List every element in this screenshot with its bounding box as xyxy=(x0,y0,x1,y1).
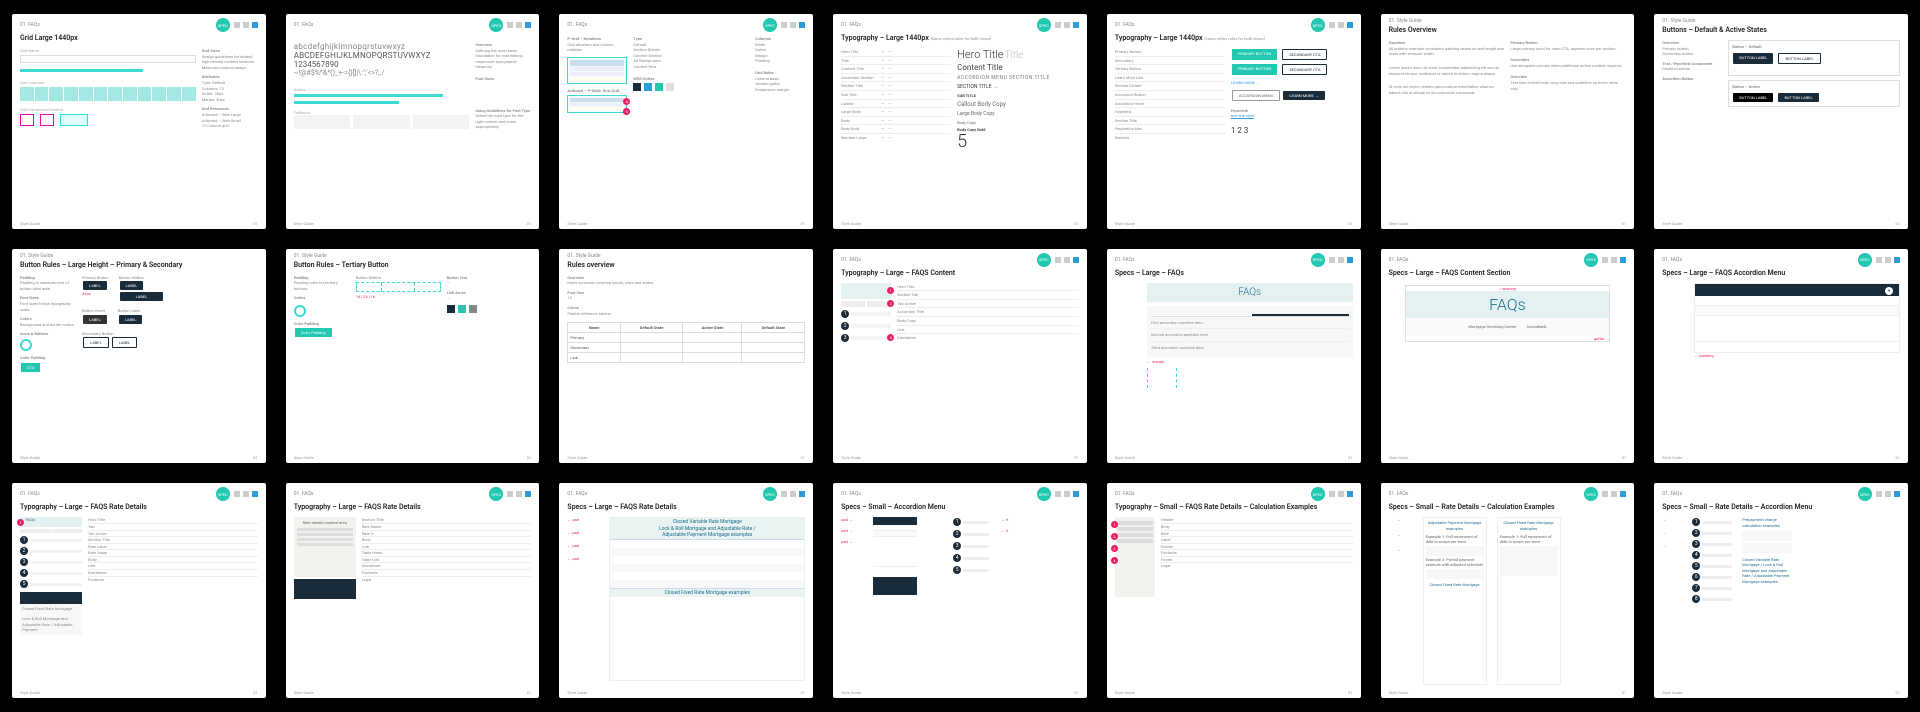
thumb-specs-large-faqs[interactable]: 01. FAQsSPEC Specs – Large – FAQs FAQs F… xyxy=(1107,249,1361,464)
thumb-specs-small-rate-accordion[interactable]: 01. FAQsSPEC Specs – Small – Rate Detail… xyxy=(1654,483,1908,698)
thumb-typo-faqs-rate-details-1[interactable]: 01. FAQsSPEC Typography – Large – FAQS R… xyxy=(12,483,266,698)
right-p: Design guidelines for default high-densi… xyxy=(202,54,258,71)
thumb-typo-faqs-content[interactable]: 01. FAQsSPEC Typography – Large – FAQS C… xyxy=(833,249,1087,464)
sec-a: Grid Name xyxy=(20,48,196,53)
thumb-typography-large-2[interactable]: 01. FAQs SPEC Typography – Large 1440px … xyxy=(1107,14,1361,229)
thumb-rules-overview[interactable]: 01. Style Guide Rules Overview Overview … xyxy=(1381,14,1635,229)
thumb-typo-faqs-rate-details-2[interactable]: 01. FAQsSPEC Typography – Large – FAQS R… xyxy=(286,483,540,698)
thumb-specs-faqs-content-section[interactable]: 01. FAQsSPEC Specs – Large – FAQS Conten… xyxy=(1381,249,1635,464)
thumb-typo-small-calc-examples[interactable]: 01. FAQsSPEC Typography – Small – FAQS R… xyxy=(1107,483,1361,698)
card-title: Grid Large 1440px xyxy=(12,34,266,46)
sec-b: Grid Columns xyxy=(20,80,196,85)
primary-button: PRIMARY BUTTON xyxy=(1232,49,1277,60)
thumb-typography-alphabet[interactable]: 01. FAQs SPEC abcdefghijklmnopqrstuvwxyz… xyxy=(286,14,540,229)
swatch-blue xyxy=(644,83,652,91)
thumb-specs-large-rate-details[interactable]: 01. FAQsSPEC Specs – Large – FAQS Rate D… xyxy=(559,483,813,698)
swatch-gray xyxy=(666,83,674,91)
hero-title: Hero Title xyxy=(957,48,1003,61)
secondary-button: SECONDARY CTA xyxy=(1282,49,1327,60)
project-label: 01. FAQs xyxy=(20,22,40,28)
thumb-grid-large[interactable]: 01. FAQs SPEC Grid Large 1440px Grid Nam… xyxy=(12,14,266,229)
thumb-buttons-states[interactable]: 01. Style Guide Buttons – Default & Acti… xyxy=(1654,14,1908,229)
swatch-teal xyxy=(655,83,663,91)
thumb-typography-large-1[interactable]: 01. FAQs SPEC Typography – Large 1440px … xyxy=(833,14,1087,229)
nums: 1234567890 xyxy=(294,60,470,69)
sec-c: Grid Component Control xyxy=(20,107,196,112)
thumb-button-rules-tertiary[interactable]: 01. Style Guide Button Rules – Tertiary … xyxy=(286,249,540,464)
thumb-button-rules-large[interactable]: 01. Style Guide Button Rules – Large Hei… xyxy=(12,249,266,464)
alpha-lower: abcdefghijklmnopqrstuvwxyz xyxy=(294,42,470,51)
thumb-specs-faqs-accordion[interactable]: 01. FAQsSPEC Specs – Large – FAQS Accord… xyxy=(1654,249,1908,464)
spec-badge: SPEC xyxy=(216,18,230,32)
thumb-specs-small-accordion[interactable]: 01. FAQsSPEC Specs – Small – Accordion M… xyxy=(833,483,1087,698)
alpha-upper: ABCDEFGHIJKLMNOPQRSTUVWXYZ xyxy=(294,51,470,60)
artboard-grid: 01. FAQs SPEC Grid Large 1440px Grid Nam… xyxy=(12,14,1908,698)
thumb-rules-overview-2[interactable]: 01. Style Guide Rules overview Overview … xyxy=(559,249,813,464)
view-icons xyxy=(234,22,258,28)
swatch-dark xyxy=(633,83,641,91)
thumb-pgrid-colors[interactable]: 01. FAQs SPEC P-Grid – Notations Grid st… xyxy=(559,14,813,229)
symbols: ~!@#$%^&*()_+-={}[]|\:";'<>?,./ xyxy=(294,69,470,77)
thumb-specs-small-calc-examples[interactable]: 01. FAQsSPEC Specs – Small – Rate Detail… xyxy=(1381,483,1635,698)
